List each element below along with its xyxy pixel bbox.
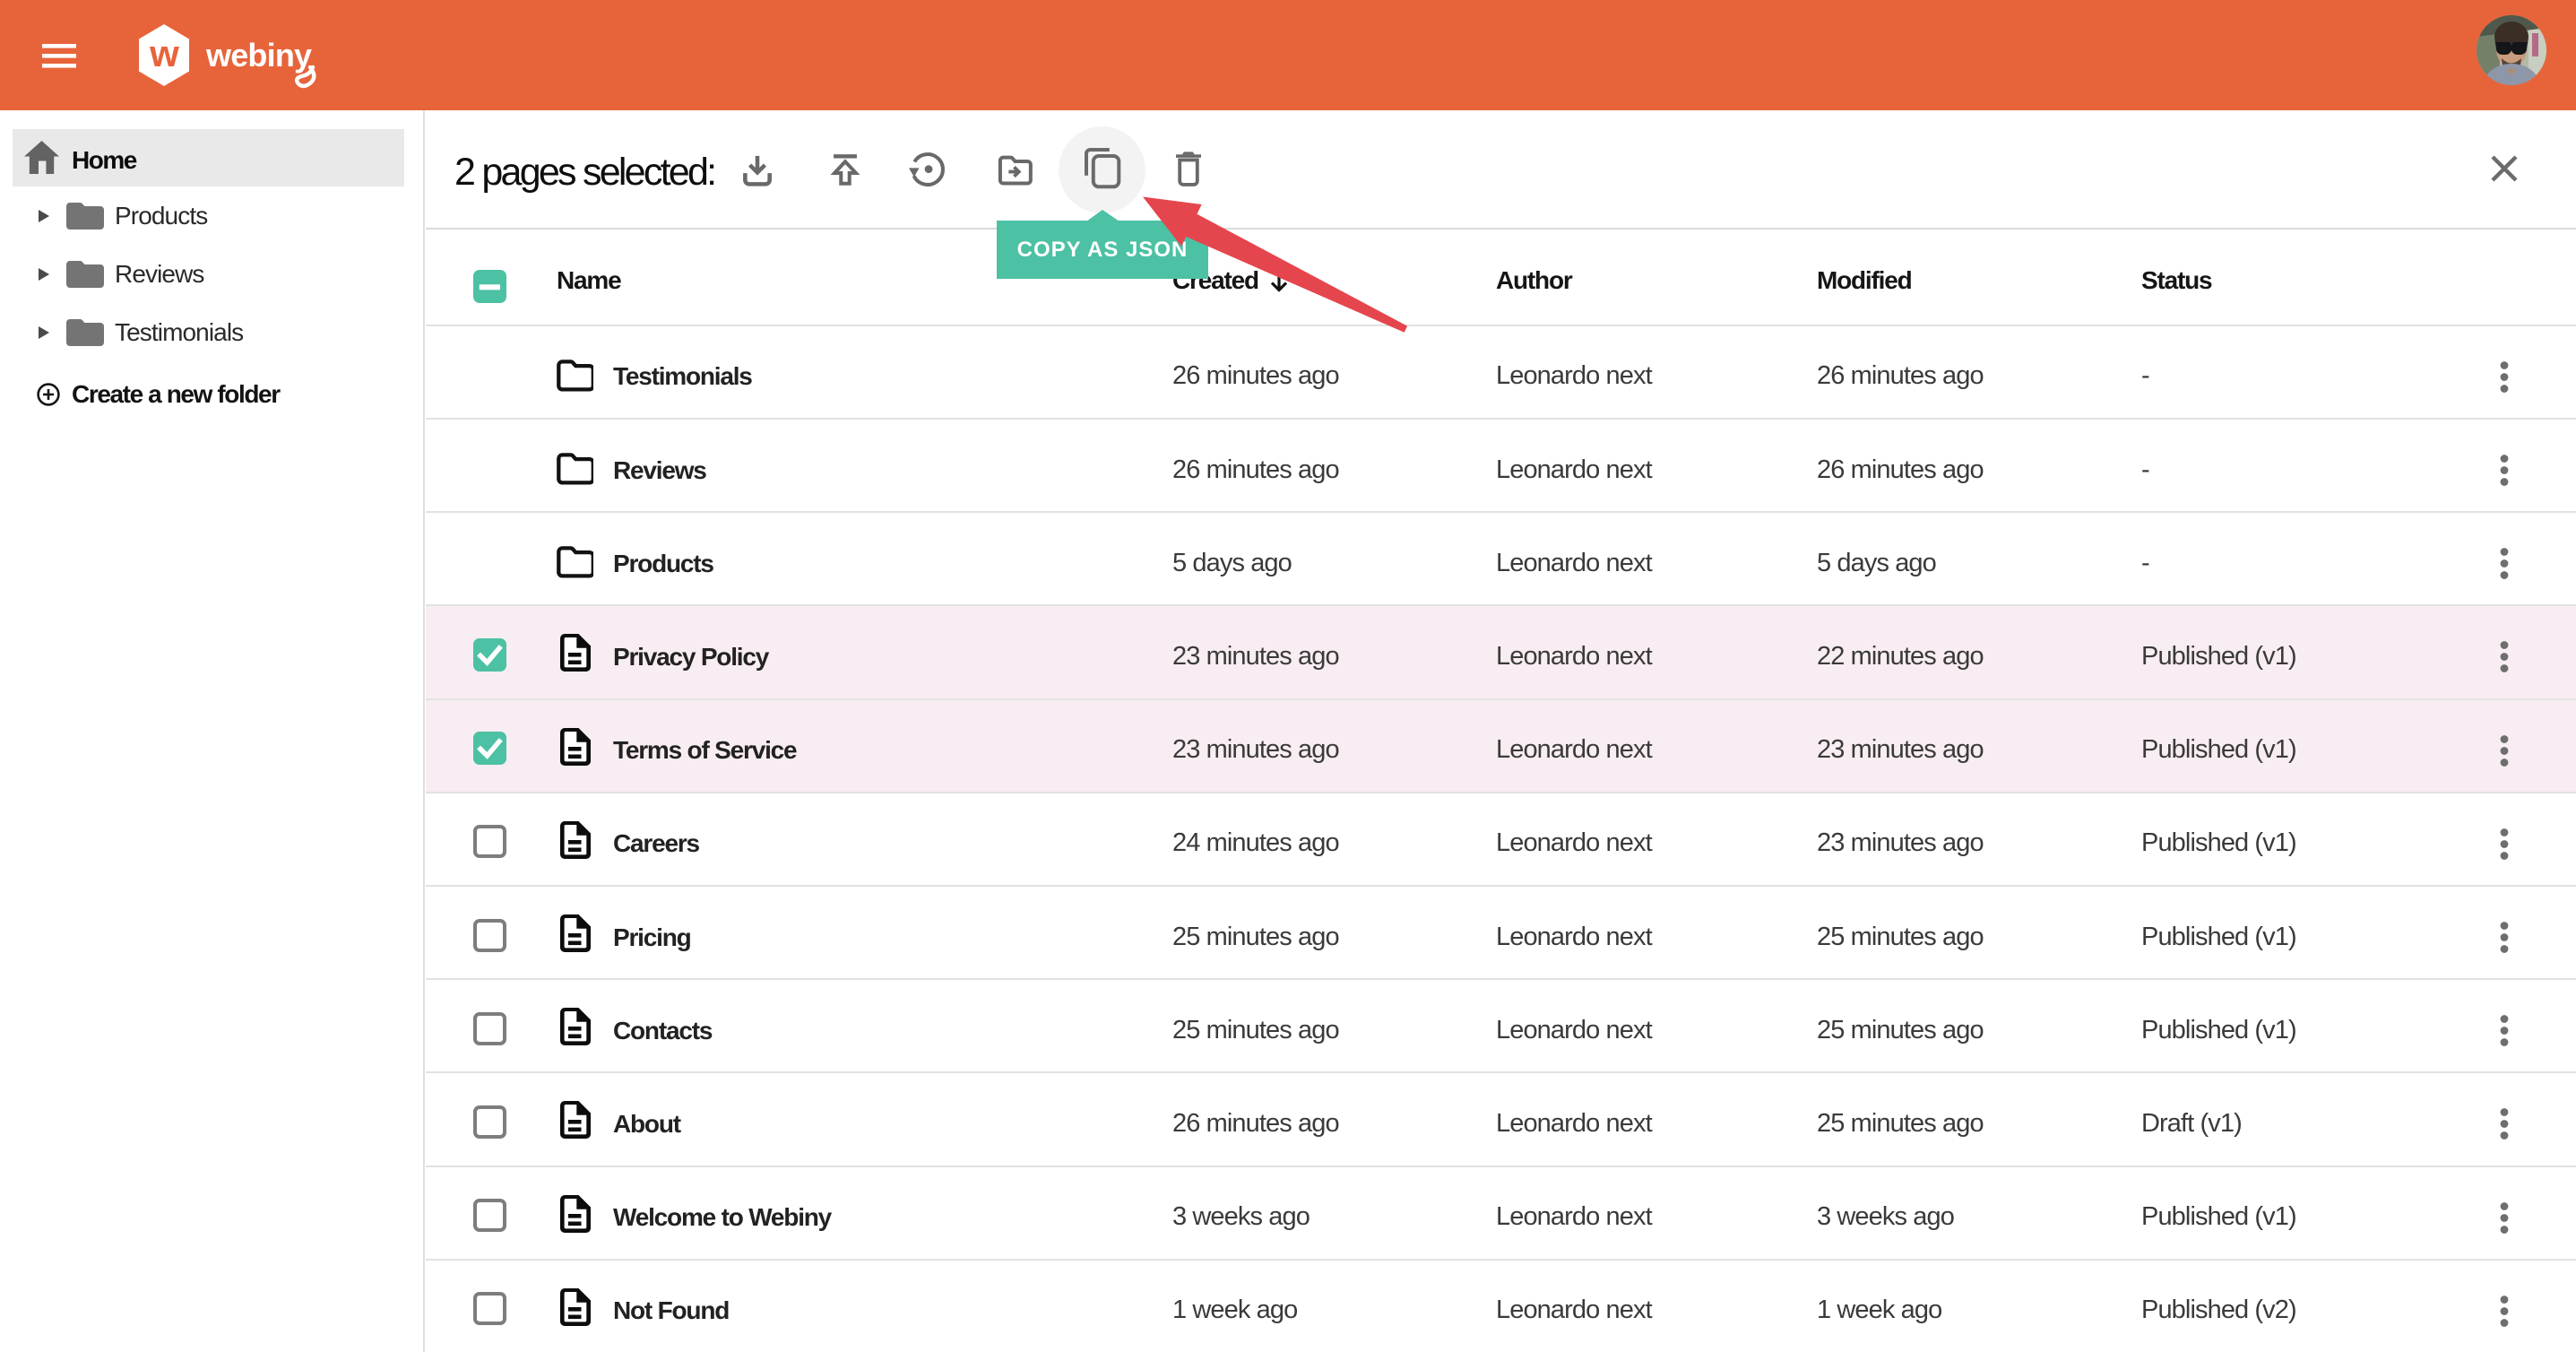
- svg-text:w: w: [149, 32, 179, 74]
- svg-text:webiny: webiny: [205, 37, 312, 74]
